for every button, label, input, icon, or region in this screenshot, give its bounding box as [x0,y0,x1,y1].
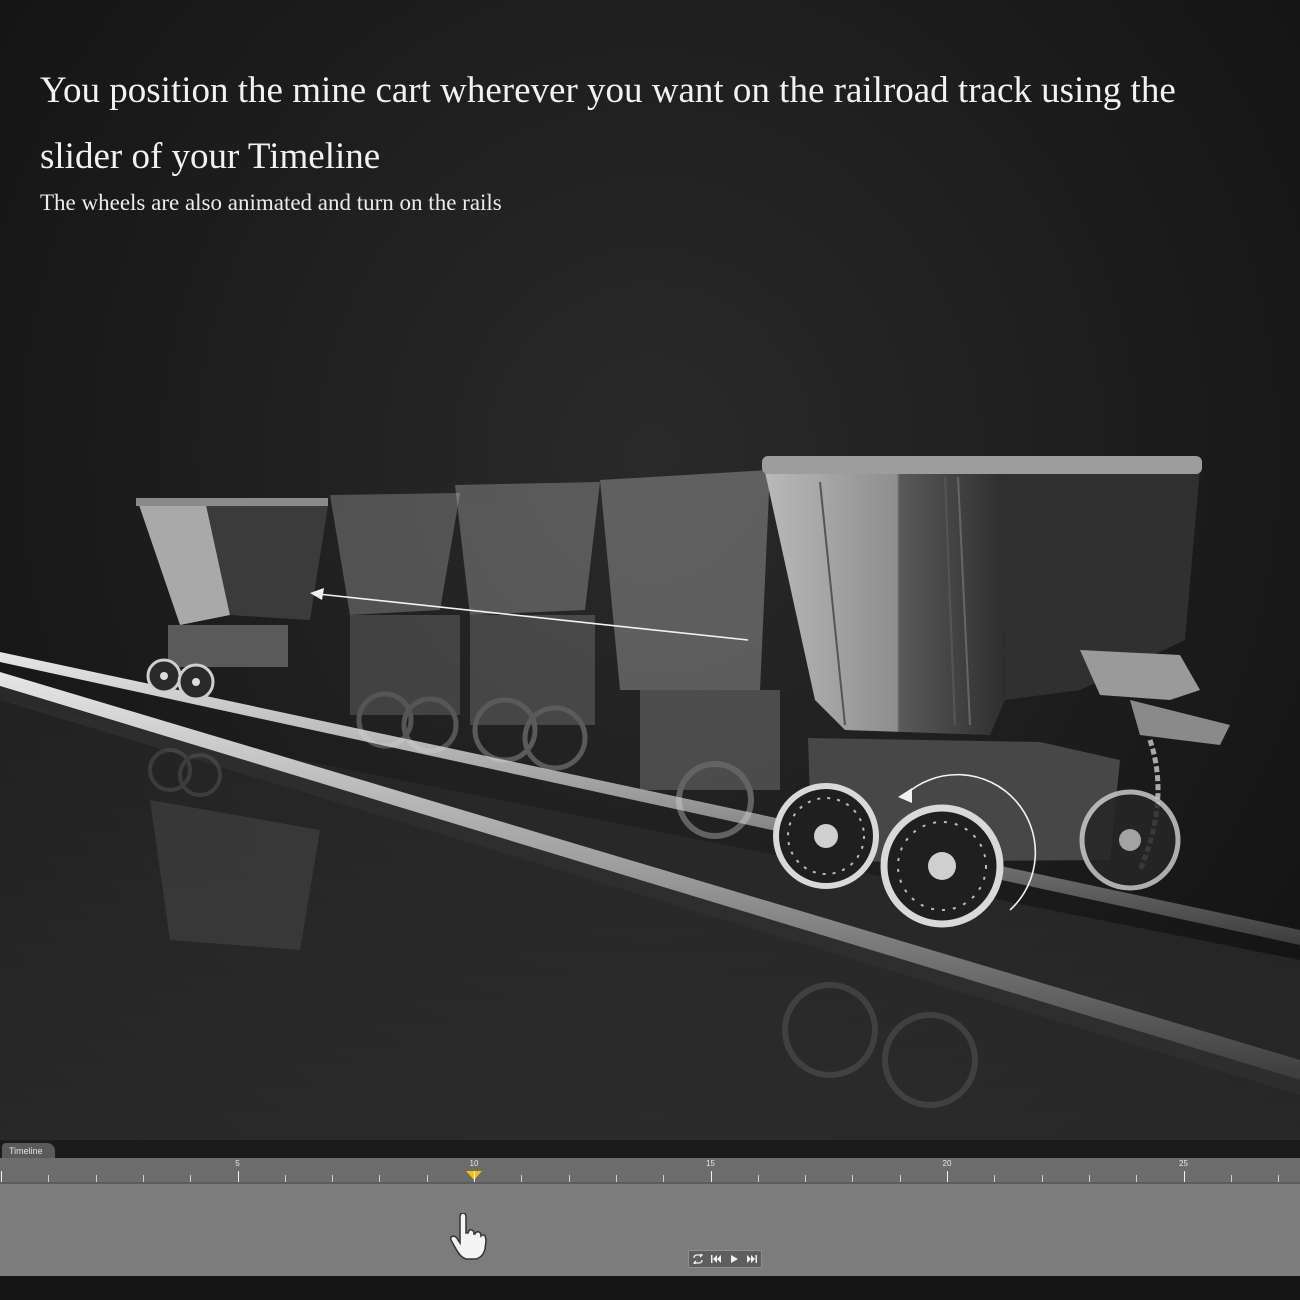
ruler-frame-label: 5 [235,1159,240,1168]
ruler-major-tick [710,1171,712,1182]
ruler-frame-label: 15 [706,1159,715,1168]
cart-ghost-2 [455,482,600,771]
cart-small [136,498,328,701]
wheel-front-2 [880,804,1004,928]
cart-main [762,456,1230,928]
ruler-tick [190,1175,192,1182]
ruler-tick [379,1175,381,1182]
ruler-tick [1230,1175,1232,1182]
ruler-tick [757,1175,759,1182]
ruler-tick [1088,1175,1090,1182]
ruler-tick [805,1175,807,1182]
ruler-tick [1041,1175,1043,1182]
ruler-major-tick [474,1171,475,1182]
cart-ghost-3 [600,470,780,839]
timeline-footer [0,1276,1300,1300]
ruler-tick [284,1175,286,1182]
ruler-tick [332,1175,334,1182]
ruler-tick [1136,1175,1138,1182]
subline: The wheels are also animated and turn on… [40,190,502,215]
ruler-frame-label: 10 [469,1159,479,1168]
headline: You position the mine cart wherever you … [40,70,1176,177]
cart-ghost-1 [330,493,460,754]
ruler-major-tick [947,1171,948,1182]
ruler-major-tick [1,1171,2,1182]
render-viewport: You position the mine cart wherever you … [0,0,1300,1140]
ruler-tick [142,1175,144,1182]
ruler-tick [521,1175,523,1182]
ruler-tick [48,1175,50,1182]
go-to-start-icon[interactable] [709,1253,723,1265]
ruler-tick [852,1175,854,1182]
ruler-tick [426,1175,428,1182]
go-to-end-icon[interactable] [745,1253,759,1265]
wheel-back [1079,789,1181,891]
timeline-body: 5 10 15 20 25 [0,1158,1300,1276]
ruler-tick [1278,1175,1280,1182]
ruler-tick [615,1175,617,1182]
ruler-frame-label: 25 [1179,1159,1188,1168]
ruler-tick [899,1175,901,1182]
play-icon[interactable] [727,1253,741,1265]
ruler-tick [994,1175,996,1182]
ruler-tick [95,1175,97,1182]
loop-icon[interactable] [691,1253,705,1265]
ruler-tick [663,1175,665,1182]
transport-controls [688,1250,762,1268]
hand-pointer-icon [450,1213,487,1260]
ruler-frame-label: 20 [942,1159,952,1168]
wheel-front-1 [773,783,879,889]
ruler-tick [568,1175,570,1182]
ruler-major-tick [237,1171,239,1182]
timeline-ruler[interactable]: 5 10 15 20 25 [0,1158,1300,1184]
timeline-panel: Timeline 5 10 15 20 25 [0,1140,1300,1300]
ruler-major-tick [1183,1171,1185,1182]
